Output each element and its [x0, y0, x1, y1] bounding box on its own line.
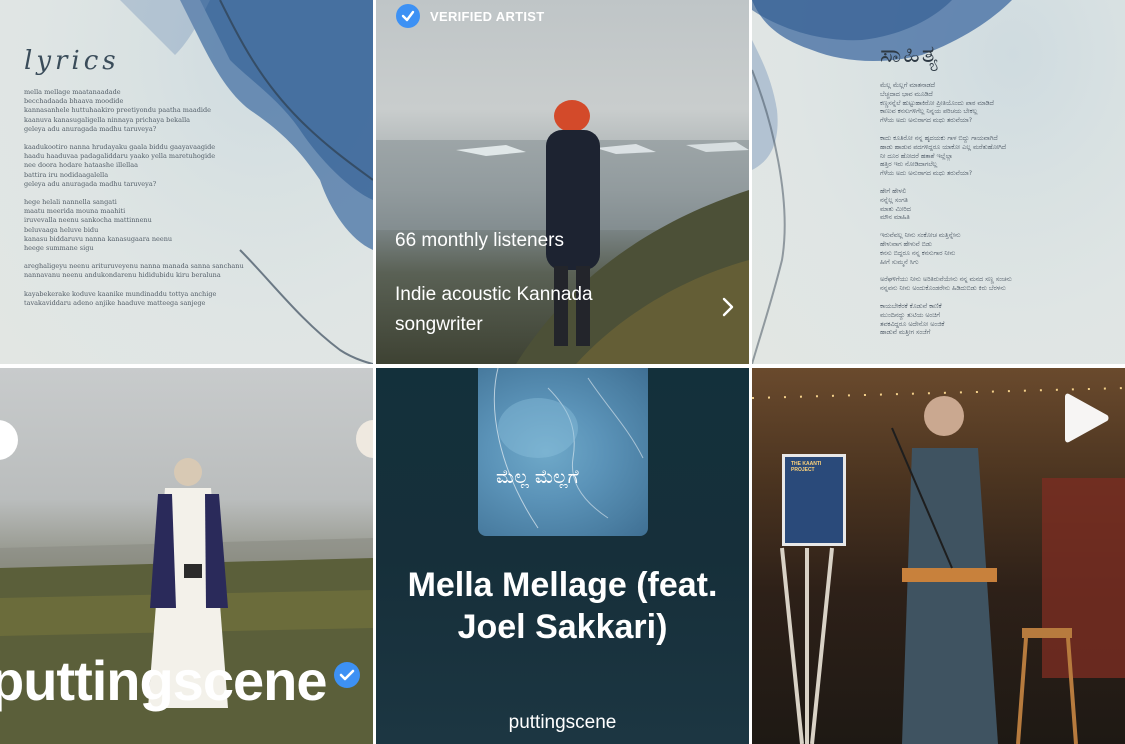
lyrics-line: areghaligeyu neenu arituruveyenu nanna m… [24, 262, 244, 271]
lyrics-stanza: mella mellage maatanaadade becchadaada bh… [24, 88, 284, 134]
poster-title: THE KAANTI PROJECT [791, 461, 822, 473]
artist-bio: Indie acoustic Kannada songwriter [395, 284, 593, 335]
lyrics-body: mella mellage maatanaadade becchadaada bh… [24, 88, 284, 317]
track-card[interactable]: ಮೆಲ್ಲ ಮೆಲ್ಲಗೆ Mella Mellage (feat. Joel … [376, 368, 749, 744]
kannada-line: ಗೆಳೆಯ ಅದು ಅನುರಾಗದ ಮಧು ತರುವೆಯಾ? [880, 117, 973, 125]
lyrics-stanza: kayabekerake koduve kaanike mundinaddu t… [24, 290, 284, 308]
lyrics-line: tavakaviddaru adeno anjike haaduve matte… [24, 298, 206, 307]
kannada-title: ಸಾಹಿತ್ಯ [880, 40, 940, 68]
kannada-body: ಮೆಲ್ಲ ಮೆಲ್ಲಗೆ ಮಾತನಾಡದೆ ಬೆಚ್ಚದಾದ ಭಾವ ಮೂಡಿದ… [880, 82, 1110, 347]
play-icon[interactable] [1061, 390, 1111, 451]
lyrics-line: battira iru nodidaagalella [24, 170, 109, 179]
kannada-line: ಮೌನ ಮಾಹಿತಿ [880, 214, 910, 222]
kannada-line: ಹೇಗೆ ಹೇಳಲಿ [880, 187, 906, 195]
kannada-stanza: ಕಾಯಬೇಕೆರಕೆ ಕೊಡುವೆ ಕಾಣಿಕೆ ಮುಂದಿನದ್ದು ತುಟಿಯ… [880, 303, 1110, 338]
kannada-line: ಕಾದು ಕೂತಿರೋ ನನ್ನ ಹೃದಯಕು ಗಾಳ ಬಿದ್ದು ಗಾಯವಾ… [880, 134, 998, 142]
brand-wordmark: puttingscene [0, 649, 327, 712]
kannada-stanza: ಹೇಗೆ ಹೇಳಲಿ ನನ್ನೆಲ್ಲ ಸಂಗತಿ ಮಾತು ಮೀರಿದ ಮೌನ ಮಾ… [880, 188, 1110, 223]
lyrics-line: mella mellage maatanaadade [24, 88, 121, 96]
kannada-line: ಕನಸು ಬಿದ್ದರೂ ನನ್ನ ಕನಸುಗಾರ ನೀನು [880, 249, 956, 257]
album-script: ಮೆಲ್ಲ ಮೆಲ್ಲಗೆ [496, 466, 579, 488]
lyrics-line: nannavanu neenu andukondarenu hididubidu… [24, 271, 221, 280]
kannada-line: ಕಾಯಬೇಕೆರಕೆ ಕೊಡುವೆ ಕಾಣಿಕೆ [880, 302, 942, 310]
event-poster: THE KAANTI PROJECT [782, 454, 846, 546]
kannada-line: ನೀ ದೂರ ಹೋದರೆ ಹತಾಶೆ ಇಲ್ಲೆಲ್ಲಾ [880, 152, 953, 160]
lyrics-line: geleya adu anuragada madhu taruveya? [24, 124, 157, 133]
kannada-line: ತವಕವಿದ್ದರೂ ಅದೇನೋ ಅಂಜಿಕೆ [880, 320, 945, 328]
kannada-line: ಅರೆಘಳಿಗೆಯು ನೀನು ಅರಿತಿರುವೆಯೇನು ನನ್ನ ಮನದ ಸ… [880, 276, 1012, 284]
album-illustration [493, 368, 644, 529]
lyrics-line: nee doora hodare hataashe illellaa [24, 161, 138, 170]
kannada-line: ಹಾಡುವೆ ಮತ್ತೀಗ ಸಂಜೆಗೆ [880, 329, 931, 337]
kannada-line: ಹೇಳುವಾಗ ಹೇಳುವೆ ಬಿಡು [880, 240, 932, 248]
chevron-right-icon[interactable] [721, 296, 735, 323]
artist-card[interactable]: VERIFIED ARTIST 66 monthly listeners Ind… [376, 0, 749, 364]
album-art[interactable]: ಮೆಲ್ಲ ಮೆಲ್ಲಗೆ [478, 368, 648, 536]
promo-card[interactable]: puttingscene [0, 368, 373, 744]
monthly-listeners: 66 monthly listeners [395, 230, 564, 251]
kannada-line: ಗೆಳೆಯ ಅದು ಅನುರಾಗದ ಮಧು ತರುವೆಯಾ? [880, 170, 973, 178]
verified-badge-icon [396, 4, 420, 28]
kannada-line: ಇರುವೆವಲ್ಲ ನೀನು ಸಂಕೋಚ ಮತ್ತಿನ್ನೇನು [880, 232, 961, 240]
lyrics-line: kayabekerake koduve kaanike mundinaddu t… [24, 289, 217, 298]
lyrics-line: kanasu biddaruvu nanna kanasugaara neenu [24, 234, 173, 243]
track-title: Mella Mellage (feat. Joel Sakkari) [407, 566, 718, 646]
kannada-stanza: ಕಾದು ಕೂತಿರೋ ನನ್ನ ಹೃದಯಕು ಗಾಳ ಬಿದ್ದು ಗಾಯವಾ… [880, 135, 1110, 179]
lyrics-title: lyrics [24, 46, 120, 76]
kannada-line: ಮಾತು ಮೀರಿದ [880, 205, 911, 213]
lyrics-line: beluvaaga heluve bidu [24, 225, 99, 234]
lyrics-stanza: kaadukootiro nanna hrudayaku gaala biddu… [24, 143, 284, 189]
kannada-line: ಹೀಗೆ ಸುಮ್ಮನೆ ಸಿಗು [880, 258, 919, 266]
lyrics-line: becchadaada bhaava moodide [24, 97, 124, 106]
lyrics-line: maatu meerida mouna maahiti [24, 207, 126, 216]
kannada-line: ಮೆಲ್ಲ ಮೆಲ್ಲಗೆ ಮಾತನಾಡದೆ [880, 82, 936, 89]
kannada-stanza: ಇರುವೆವಲ್ಲ ನೀನು ಸಂಕೋಚ ಮತ್ತಿನ್ನೇನು ಹೇಳುವಾಗ … [880, 232, 1110, 267]
track-artist[interactable]: puttingscene [376, 712, 749, 734]
lyrics-line: kannasanhele huttuhaakiro preetiyondu pa… [24, 106, 211, 115]
lyrics-card[interactable]: lyrics mella mellage maatanaadade becchad… [0, 0, 373, 364]
kannada-line: ಬೆಚ್ಚದಾದ ಭಾವ ಮೂಡಿದೆ [880, 90, 933, 98]
lyrics-line: hege helali nannella sangati [24, 198, 117, 207]
lyrics-line: kaadukootiro nanna hrudayaku gaala biddu… [24, 143, 216, 152]
kannada-lyrics-card[interactable]: ಸಾಹಿತ್ಯ ಮೆಲ್ಲ ಮೆಲ್ಲಗೆ ಮಾತನಾಡದೆ ಬೆಚ್ಚದಾದ ಭ… [752, 0, 1125, 364]
kannada-line: ಹತ್ತಿರ ಇರು ನೋಡಿದಾಗಲೆಲ್ಲ [880, 161, 938, 169]
live-video-card[interactable]: THE KAANTI PROJECT [752, 368, 1125, 744]
lyrics-line: geleya adu anuragada madhu taruveya? [24, 179, 157, 188]
kannada-line: ಹಾಡು ಹಾಡುವ ಪದಗಳಿದ್ದರೂ ಯಾಕೋ ಎಲ್ಲ ಮರೆತುಹೋಗ… [880, 143, 1007, 151]
lyrics-line: haadu haaduvaa padagaliddaru yaako yella… [24, 152, 216, 161]
verified-label: VERIFIED ARTIST [430, 8, 545, 24]
lyrics-line: heege summane sigu [24, 244, 94, 253]
verified-row: VERIFIED ARTIST [396, 4, 545, 28]
lyrics-line: iruvevalla neenu sankocha mattinnenu [24, 216, 152, 225]
kannada-stanza: ಅರೆಘಳಿಗೆಯು ನೀನು ಅರಿತಿರುವೆಯೇನು ನನ್ನ ಮನದ ಸ… [880, 276, 1110, 294]
kannada-line: ಕಾಣುವ ಕನಸುಗಳಿಗೆಲ್ಲ ನಿನ್ನಯ ಪರಿಚಯ ಬೇಕಲ್ಲ [880, 108, 978, 116]
photo-grid: lyrics mella mellage maatanaadade becchad… [0, 0, 1125, 744]
kannada-line: ಮುಂದಿನದ್ದು ತುಟಿಯ ಅಂಚಿಗೆ [880, 311, 941, 319]
kannada-stanza: ಮೆಲ್ಲ ಮೆಲ್ಲಗೆ ಮಾತನಾಡದೆ ಬೆಚ್ಚದಾದ ಭಾವ ಮೂಡಿದ… [880, 82, 1110, 126]
lyrics-line: kaanuva kanasugaligella ninnaya prichaya… [24, 115, 191, 124]
verified-badge-icon [333, 661, 361, 689]
kannada-line: ಕಣ್ಣಸನ್ನೆಲೆ ಹುಟ್ಟುಹಾಕಿರೋ ಪ್ರೀತಿಯೊಂದು ಪಾಠ… [880, 99, 994, 107]
kannada-line: ನನ್ನೆಲ್ಲ ಸಂಗತಿ [880, 196, 908, 204]
lyrics-stanza: hege helali nannella sangati maatu meerid… [24, 198, 284, 253]
lyrics-stanza: areghaligeyu neenu arituruveyenu nanna m… [24, 262, 284, 280]
kannada-line: ನನ್ನವನು ನೀನು ಅಂದುಕೊಂಡರೇನು ಹಿಡಿದುಬಿಡು ಕಿರ… [880, 285, 1006, 293]
